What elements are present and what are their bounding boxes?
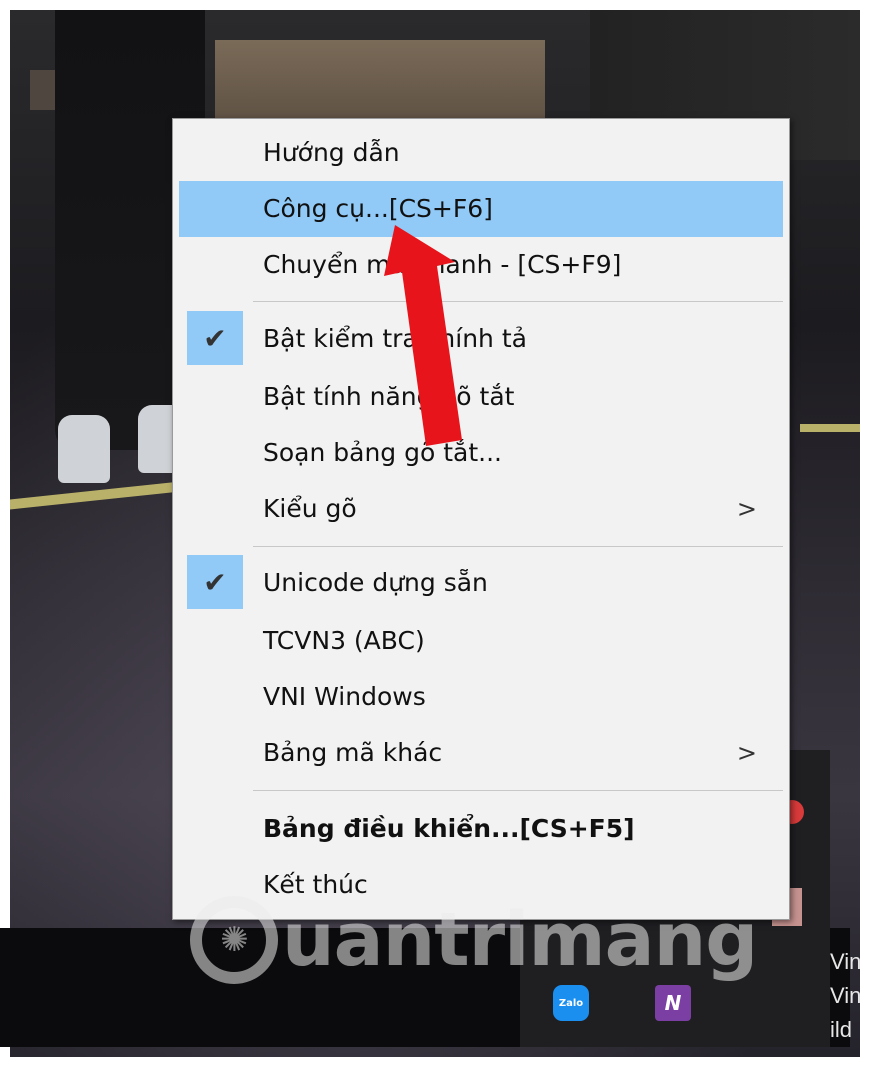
- watermark-text: uantrimang: [282, 897, 758, 983]
- menu-separator: [253, 546, 783, 547]
- menu-item-label: Kiểu gõ: [263, 494, 357, 523]
- notification-text-line: Vin: [830, 983, 862, 1008]
- checkmark-icon: ✔: [187, 555, 243, 609]
- checkmark-icon: ✔: [187, 311, 243, 365]
- menu-item-label: Bật tính năng gõ tắt: [263, 382, 515, 411]
- watermark: ✺ uantrimang: [190, 880, 790, 1000]
- lightbulb-icon: ✺: [190, 896, 278, 984]
- menu-item-cong-cu[interactable]: Công cụ...[CS+F6]: [179, 181, 783, 237]
- menu-separator: [253, 790, 783, 791]
- menu-item-vni-windows[interactable]: VNI Windows: [179, 669, 783, 725]
- menu-item-tcvn3[interactable]: TCVN3 (ABC): [179, 613, 783, 669]
- menu-item-label: Chuyển mã nhanh - [CS+F9]: [263, 250, 622, 279]
- menu-item-go-tat[interactable]: Bật tính năng gõ tắt: [179, 369, 783, 425]
- wallpaper-road-stripe: [800, 424, 860, 432]
- chevron-right-icon: >: [736, 739, 757, 767]
- menu-item-unicode-dung-san[interactable]: ✔ Unicode dựng sẵn: [179, 555, 783, 611]
- menu-item-bang-ma-khac[interactable]: Bảng mã khác >: [179, 725, 783, 781]
- menu-item-label: Soạn bảng gõ tắt...: [263, 438, 503, 467]
- menu-item-label: Công cụ...[CS+F6]: [263, 194, 493, 223]
- menu-item-kiem-tra-chinh-ta[interactable]: ✔ Bật kiểm tra chính tả: [179, 311, 783, 367]
- notification-text-line: ild: [830, 1017, 853, 1042]
- wallpaper-shoe: [58, 415, 110, 483]
- menu-item-label: VNI Windows: [263, 682, 426, 711]
- menu-item-kieu-go[interactable]: Kiểu gõ >: [179, 481, 783, 537]
- menu-item-label: Bật kiểm tra chính tả: [263, 324, 527, 353]
- menu-item-label: Bảng mã khác: [263, 738, 443, 767]
- menu-separator: [253, 301, 783, 302]
- notification-text-fragment: Vin Vin ild: [830, 945, 870, 1047]
- chevron-right-icon: >: [736, 495, 757, 523]
- menu-item-label: TCVN3 (ABC): [263, 626, 425, 655]
- menu-item-chuyen-ma-nhanh[interactable]: Chuyển mã nhanh - [CS+F9]: [179, 237, 783, 293]
- notification-text-line: Vin: [830, 949, 862, 974]
- menu-item-label: Bảng điều khiển...[CS+F5]: [263, 814, 635, 843]
- menu-item-bang-dieu-khien[interactable]: Bảng điều khiển...[CS+F5]: [179, 801, 783, 857]
- unikey-context-menu: Hướng dẫn Công cụ...[CS+F6] Chuyển mã nh…: [172, 118, 790, 920]
- menu-item-label: Unicode dựng sẵn: [263, 568, 488, 597]
- menu-item-huong-dan[interactable]: Hướng dẫn: [179, 125, 783, 181]
- menu-item-soan-bang-go-tat[interactable]: Soạn bảng gõ tắt...: [179, 425, 783, 481]
- wallpaper-road-stripe: [10, 480, 190, 510]
- menu-item-label: Hướng dẫn: [263, 138, 400, 167]
